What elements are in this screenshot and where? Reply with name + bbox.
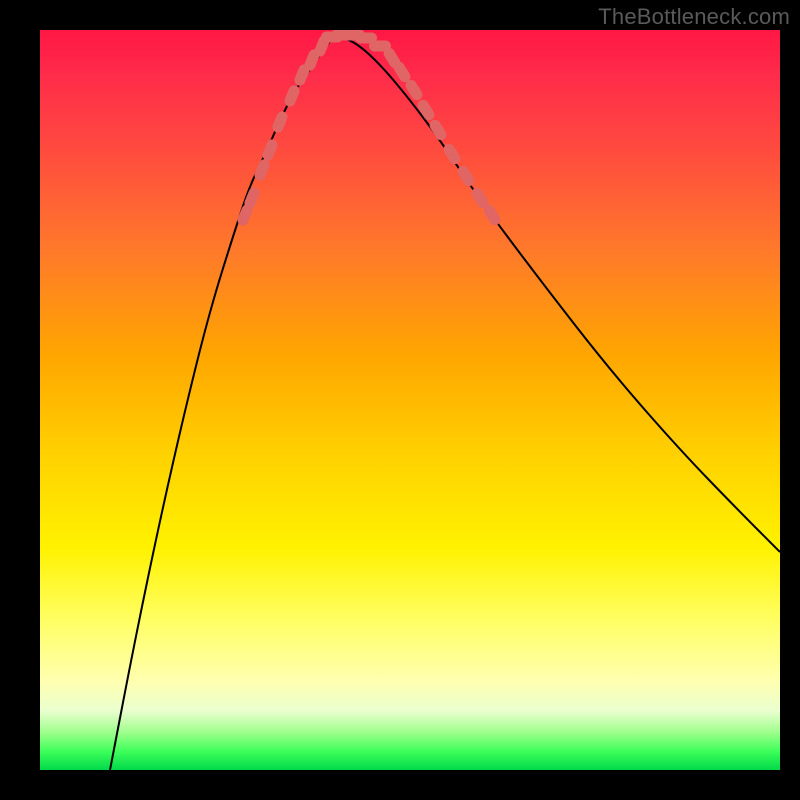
marker-capsule <box>271 110 289 135</box>
plot-area <box>40 30 780 770</box>
curve-right-branch <box>335 35 780 552</box>
marker-capsule <box>428 118 449 142</box>
marker-capsule <box>442 142 463 166</box>
curve-layer <box>40 30 780 770</box>
marker-capsule <box>253 158 271 183</box>
watermark-text: TheBottleneck.com <box>598 4 790 30</box>
data-markers <box>236 30 503 227</box>
curve-left-branch <box>110 35 335 770</box>
chart-frame: TheBottleneck.com <box>0 0 800 800</box>
